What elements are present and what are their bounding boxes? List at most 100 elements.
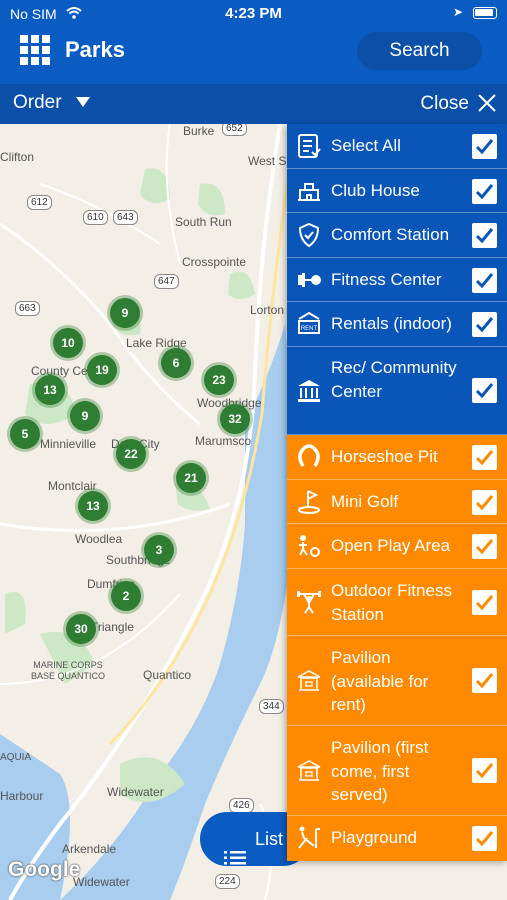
park-cluster-marker[interactable]: 30: [66, 614, 96, 644]
weightlifter-icon: [296, 589, 322, 615]
filter-row-open-play-area[interactable]: Open Play Area: [287, 524, 507, 569]
checkbox-checked[interactable]: [472, 378, 497, 403]
list-icon: [224, 832, 246, 865]
map-place-label: Minnieville: [40, 437, 97, 451]
horseshoe-icon: [296, 444, 322, 470]
route-shield: 426: [229, 798, 254, 813]
close-icon[interactable]: [477, 93, 497, 113]
columns-building-icon: [296, 378, 322, 404]
filter-row-rentals-indoor[interactable]: RENT Rentals (indoor): [287, 302, 507, 347]
map-place-label: Lorton: [250, 303, 285, 317]
park-cluster-marker[interactable]: 2: [111, 581, 141, 611]
open-play-icon: [296, 533, 322, 559]
filter-row-rec-community-center[interactable]: Rec/ Community Center: [287, 347, 507, 435]
filter-label: Select All: [331, 136, 401, 155]
filter-row-pavilion-first-come[interactable]: Pavilion (first come, first served): [287, 726, 507, 816]
filter-label: Comfort Station: [331, 225, 450, 244]
filter-row-mini-golf[interactable]: Mini Golf: [287, 480, 507, 524]
map-place-label: Marumsco: [195, 434, 252, 448]
park-cluster-marker[interactable]: 19: [87, 355, 117, 385]
map-place-label: Clifton: [0, 150, 35, 164]
list-button-label: List: [255, 829, 284, 849]
filter-row-playground[interactable]: Playground: [287, 816, 507, 861]
filter-row-outdoor-fitness-station[interactable]: Outdoor Fitness Station: [287, 569, 507, 636]
park-cluster-marker[interactable]: 23: [204, 365, 234, 395]
checkbox-checked[interactable]: [472, 312, 497, 337]
map-place-label: Harbour: [0, 789, 44, 803]
page-title: Parks: [65, 37, 125, 62]
battery-icon: [473, 7, 497, 19]
park-cluster-marker[interactable]: 13: [35, 375, 65, 405]
map-place-label: MARINE CORPS BASE QUANTICO: [30, 660, 105, 681]
filter-row-select-all[interactable]: Select All: [287, 124, 507, 169]
location-arrow-icon: ➤: [452, 5, 463, 19]
route-shield: 663: [15, 301, 40, 316]
filter-label: Playground: [331, 828, 418, 847]
checkbox-checked[interactable]: [472, 268, 497, 293]
filter-label: Outdoor Fitness Station: [331, 581, 452, 624]
building-icon: [296, 178, 322, 204]
park-cluster-marker[interactable]: 9: [110, 298, 140, 328]
close-button[interactable]: Close: [420, 93, 469, 115]
filter-row-club-house[interactable]: Club House: [287, 169, 507, 213]
park-cluster-marker[interactable]: 13: [78, 491, 108, 521]
pavilion-icon: [296, 668, 322, 694]
filter-row-fitness-center[interactable]: Fitness Center: [287, 258, 507, 302]
svg-text:RENT: RENT: [301, 326, 318, 332]
filter-row-horseshoe-pit[interactable]: Horseshoe Pit: [287, 435, 507, 480]
filter-row-pavilion-for-rent[interactable]: Pavilion (available for rent): [287, 636, 507, 726]
route-shield: 647: [154, 274, 179, 289]
shield-icon: [296, 222, 322, 248]
park-cluster-marker[interactable]: 22: [116, 439, 146, 469]
map-place-label: Woodlea: [75, 532, 123, 546]
filter-bar: Order Close: [0, 84, 507, 124]
status-bar: No SIM 4:23 PM ➤: [0, 0, 507, 28]
checkbox-checked[interactable]: [472, 826, 497, 851]
clock: 4:23 PM: [225, 5, 282, 22]
park-cluster-marker[interactable]: 6: [161, 348, 191, 378]
checkbox-checked[interactable]: [472, 134, 497, 159]
route-shield: 344: [259, 699, 284, 714]
caret-down-icon[interactable]: [76, 97, 90, 107]
checkbox-checked[interactable]: [472, 445, 497, 470]
park-cluster-marker[interactable]: 9: [70, 401, 100, 431]
park-cluster-marker[interactable]: 10: [53, 328, 83, 358]
filter-label: Rec/ Community Center: [331, 358, 457, 401]
list-check-icon: [296, 133, 322, 159]
checkbox-checked[interactable]: [472, 590, 497, 615]
route-shield: 643: [113, 210, 138, 225]
filter-label: Pavilion (first come, first served): [331, 738, 429, 804]
route-shield: 612: [27, 195, 52, 210]
map-place-label: AQUIA: [0, 752, 32, 763]
checkbox-checked[interactable]: [472, 223, 497, 248]
checkbox-checked[interactable]: [472, 534, 497, 559]
route-shield: 610: [83, 210, 108, 225]
filter-label: Club House: [331, 181, 420, 200]
filter-row-comfort-station[interactable]: Comfort Station: [287, 213, 507, 258]
route-shield: 224: [215, 874, 240, 889]
amenity-filter-panel: Select All Club House Comfort Station Fi…: [287, 124, 507, 861]
checkbox-checked[interactable]: [472, 758, 497, 783]
map-place-label: Crosspointe: [182, 255, 247, 269]
park-cluster-marker[interactable]: 32: [220, 404, 250, 434]
checkbox-checked[interactable]: [472, 490, 497, 515]
checkbox-checked[interactable]: [472, 179, 497, 204]
order-dropdown[interactable]: Order: [13, 92, 62, 114]
park-cluster-marker[interactable]: 3: [144, 535, 174, 565]
dumbbell-icon: [296, 267, 322, 293]
google-attribution: Google: [8, 858, 81, 881]
map-place-label: Burke: [183, 124, 215, 138]
filter-label: Horseshoe Pit: [331, 447, 438, 466]
map-place-label: Arkendale: [62, 842, 117, 856]
park-cluster-marker[interactable]: 21: [176, 463, 206, 493]
park-cluster-marker[interactable]: 5: [10, 419, 40, 449]
app-grid-icon[interactable]: [20, 35, 50, 65]
map-place-label: Widewater: [73, 875, 130, 889]
filter-label: Fitness Center: [331, 270, 442, 289]
search-button[interactable]: Search: [357, 32, 482, 70]
route-shield: 652: [222, 124, 247, 136]
playground-icon: [296, 825, 322, 851]
map-place-label: South Run: [175, 215, 232, 229]
filter-label: Open Play Area: [331, 536, 451, 555]
checkbox-checked[interactable]: [472, 668, 497, 693]
